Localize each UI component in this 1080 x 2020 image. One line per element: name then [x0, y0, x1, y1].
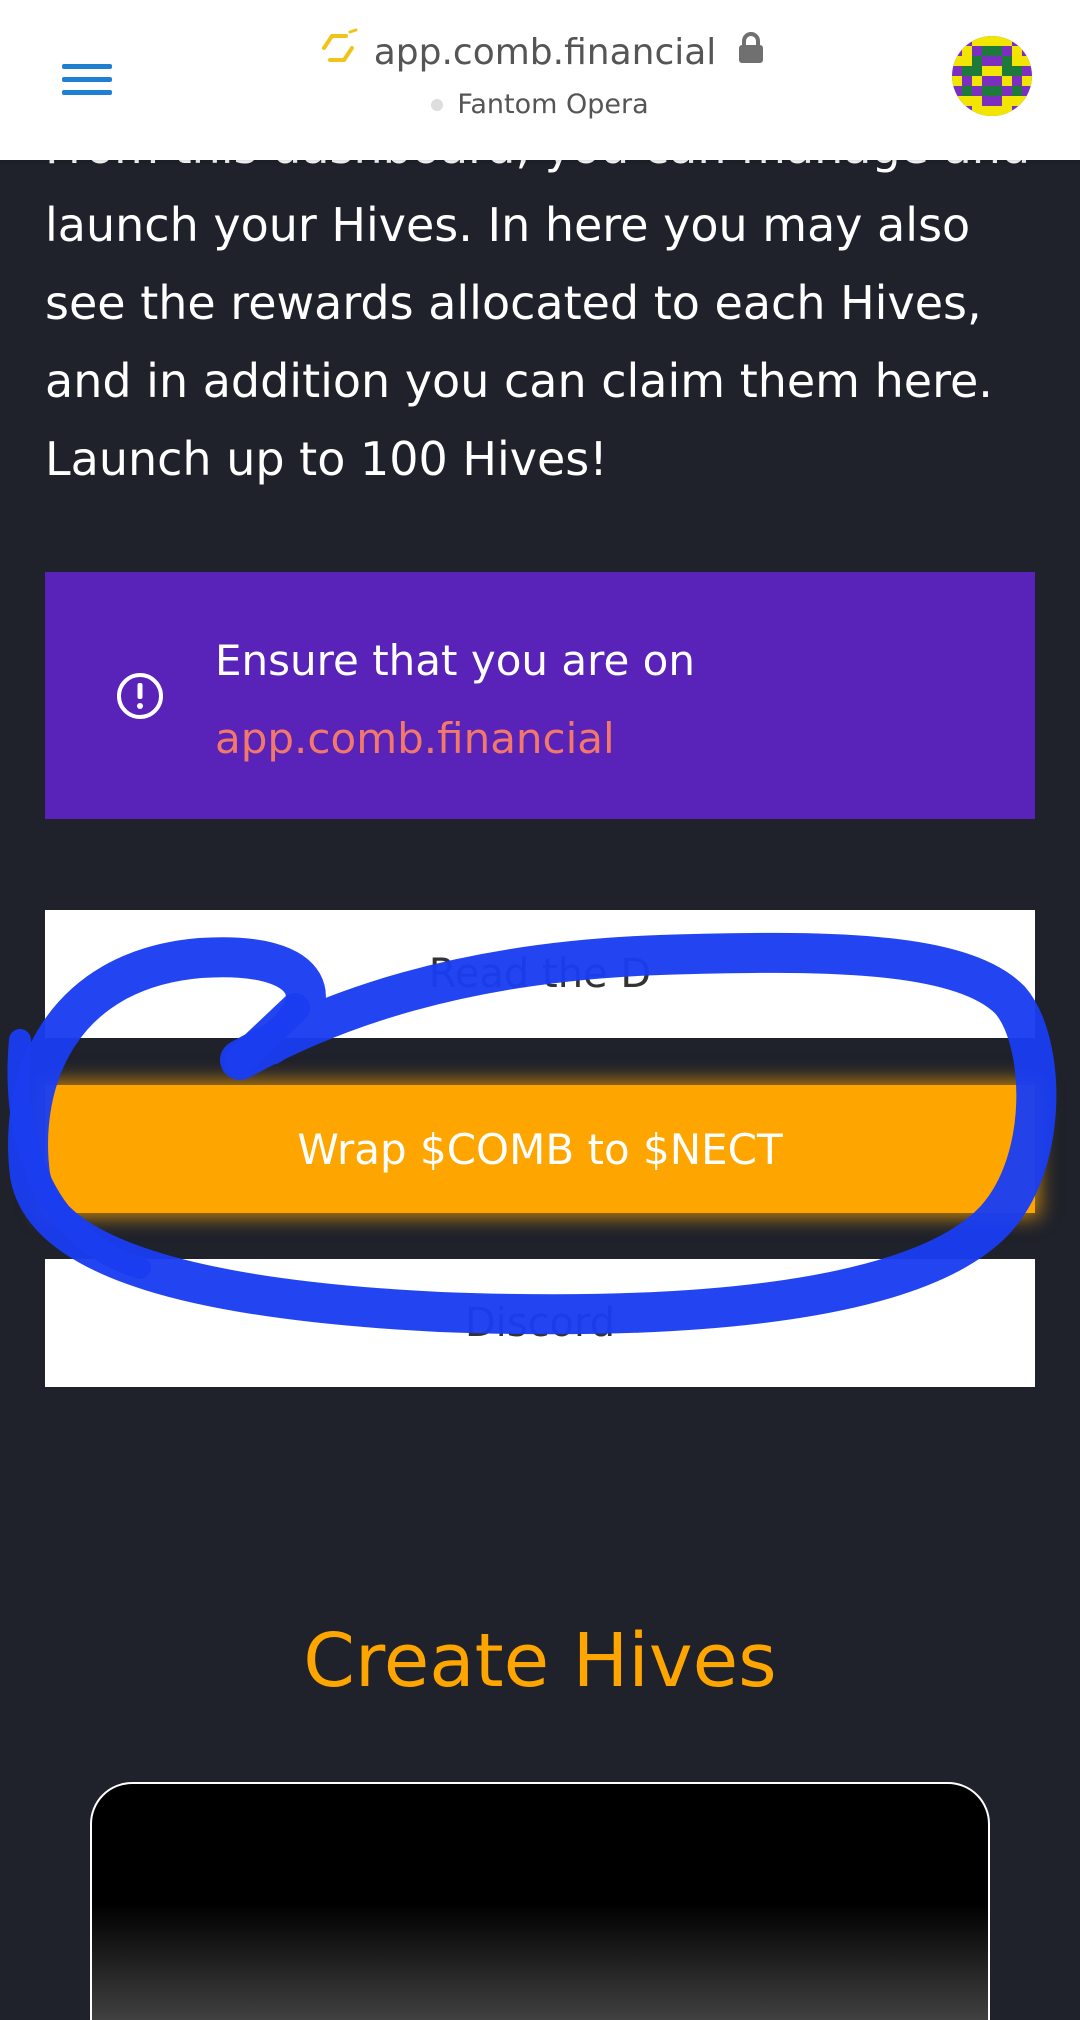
address-bar[interactable]: app.comb.financial Fantom Opera — [0, 28, 1080, 120]
alert-circle-icon — [115, 671, 165, 725]
security-alert-box: Ensure that you are on app.comb.financia… — [45, 572, 1035, 819]
intro-line-4: Launch up to 100 Hives! — [45, 432, 608, 486]
identicon-avatar[interactable] — [952, 36, 1032, 116]
alert-url-link[interactable]: app.comb.financial — [215, 700, 695, 778]
docs-button[interactable]: Read the D — [45, 910, 1035, 1038]
intro-line-3: and in addition you can claim them here. — [45, 354, 993, 408]
docs-button-label: Read the D — [428, 951, 652, 997]
discord-button[interactable]: Discord — [45, 1259, 1035, 1387]
link-hex-icon — [316, 28, 360, 77]
page: app.comb.financial Fantom Opera launch y… — [0, 0, 1080, 2020]
intro-line-1: launch your Hives. In here you may also — [45, 198, 971, 252]
network-name: Fantom Opera — [457, 89, 649, 120]
url-text: app.comb.financial — [373, 32, 717, 73]
browser-header: app.comb.financial Fantom Opera — [0, 0, 1080, 160]
alert-message: Ensure that you are on — [215, 636, 695, 685]
intro-line-2: see the rewards allocated to each Hives, — [45, 276, 982, 330]
dashboard-intro-text: From this dashboard, you can manage and … — [45, 108, 1045, 498]
create-hives-video-card[interactable] — [90, 1782, 990, 2020]
section-title-create-hives: Create Hives — [303, 1618, 777, 1704]
network-status-dot — [431, 98, 444, 111]
wrap-button-label: Wrap $COMB to $NECT — [297, 1124, 783, 1174]
discord-button-label: Discord — [464, 1300, 616, 1346]
lock-icon — [738, 32, 764, 73]
wrap-comb-to-nect-button[interactable]: Wrap $COMB to $NECT — [45, 1085, 1035, 1213]
